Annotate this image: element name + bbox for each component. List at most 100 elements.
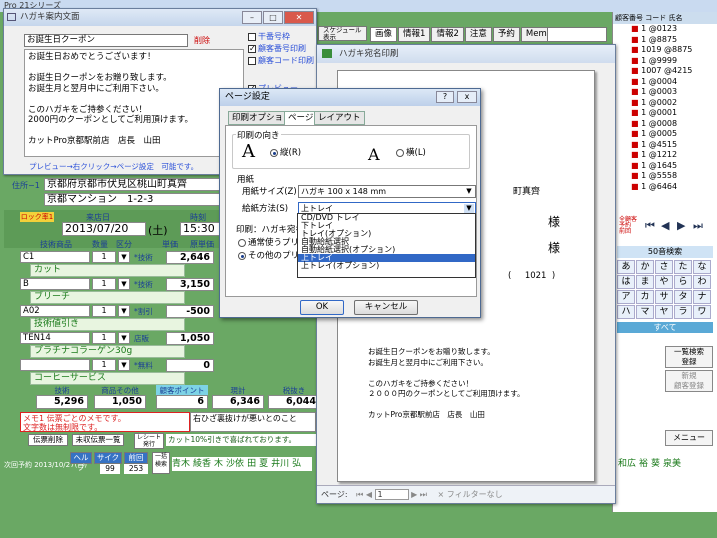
kana-button[interactable]: ワ — [693, 305, 711, 319]
landscape-radio[interactable] — [396, 148, 404, 157]
paper-source-option[interactable]: 上トレイ(オプション) — [298, 262, 475, 270]
receipt-button[interactable]: レシート 発行 — [134, 433, 164, 449]
item-qty-field[interactable]: 1 — [92, 332, 116, 344]
chevron-down-icon[interactable]: ▼ — [118, 251, 130, 263]
item-price-field[interactable]: -500 — [166, 305, 214, 318]
unpaid-slips-button[interactable]: 未収伝票一覧 — [72, 434, 124, 446]
portrait-option[interactable]: 縦(R) — [270, 146, 301, 158]
nav-first-icon[interactable]: ⏮ — [645, 219, 655, 233]
previous-button[interactable]: 前回 — [124, 452, 148, 464]
recent-customer-name[interactable]: 和広 — [618, 459, 636, 469]
recent-customer-name[interactable]: 木 — [214, 459, 223, 469]
item-code-field[interactable]: A02 — [20, 305, 90, 317]
item-code-field[interactable]: TEN14 — [20, 332, 90, 344]
next-page-icon[interactable]: ▶ — [411, 490, 417, 499]
kana-button[interactable]: ア — [617, 290, 635, 304]
item-qty-field[interactable]: 1 — [92, 278, 116, 290]
customer-code-row[interactable]: ■ 1 @0003 — [613, 87, 717, 98]
cycle-button[interactable]: サイクル — [94, 452, 122, 472]
item-qty-field[interactable]: 1 — [92, 305, 116, 317]
maximize-icon[interactable]: □ — [263, 11, 283, 24]
customer-code-row[interactable]: ■ 1 @5558 — [613, 171, 717, 182]
visit-date-field[interactable]: 2013/07/20 — [62, 222, 146, 236]
filter-label[interactable]: フィルターなし — [447, 490, 503, 499]
tab-page[interactable]: ページ — [284, 111, 318, 126]
tab-caution[interactable]: 注意 — [464, 27, 492, 42]
minimize-icon[interactable]: – — [242, 11, 262, 24]
option-checkbox[interactable] — [248, 56, 256, 65]
customer-code-row[interactable]: ■ 1 @0123 — [613, 24, 717, 35]
kana-button[interactable]: タ — [674, 290, 692, 304]
customer-code-row[interactable]: ■ 1 @1212 — [613, 150, 717, 161]
option-checkbox[interactable] — [248, 32, 256, 41]
customer-code-row[interactable]: ■ 1 @8875 — [613, 35, 717, 46]
customer-code-row[interactable]: ■ 1 @6464 — [613, 182, 717, 193]
chevron-down-icon[interactable]: ▼ — [118, 359, 130, 371]
portrait-radio[interactable] — [270, 148, 278, 157]
chevron-down-icon[interactable]: ▼ — [118, 305, 130, 317]
last-page-icon[interactable]: ⏭ — [420, 490, 427, 499]
customer-code-row[interactable]: ■ 1019 @8875 — [613, 45, 717, 56]
customer-code-row[interactable]: ■ 1 @4515 — [613, 140, 717, 151]
kana-button[interactable]: ラ — [674, 305, 692, 319]
customer-code-row[interactable]: ■ 1007 @4215 — [613, 66, 717, 77]
page-number-field[interactable]: 1 — [374, 489, 409, 500]
customer-code-row[interactable]: ■ 1 @1645 — [613, 161, 717, 172]
close-icon[interactable]: x — [457, 91, 477, 103]
kana-search-button[interactable]: 50音検索 — [617, 246, 713, 258]
kana-button[interactable]: ナ — [693, 290, 711, 304]
print-option[interactable]: 干番号枠 — [248, 31, 314, 43]
kana-button[interactable]: マ — [636, 305, 654, 319]
item-code-field[interactable] — [20, 359, 90, 371]
item-code-field[interactable]: B — [20, 278, 90, 290]
customer-code-row[interactable]: ■ 1 @0005 — [613, 129, 717, 140]
ok-button[interactable]: OK — [300, 300, 344, 315]
kana-button[interactable]: ヤ — [655, 305, 673, 319]
tab-reservation[interactable]: 予約 — [492, 27, 520, 42]
filter-icon[interactable]: ⨯ — [438, 490, 445, 499]
help-button[interactable]: ヘルプ — [70, 452, 92, 472]
customer-code-row[interactable]: ■ 1 @0001 — [613, 108, 717, 119]
item-qty-field[interactable]: 1 — [92, 359, 116, 371]
chevron-down-icon[interactable]: ▼ — [118, 332, 130, 344]
customer-code-row[interactable]: ■ 1 @0008 — [613, 119, 717, 130]
new-customer-button[interactable]: 新規 顧客登録 — [665, 370, 713, 392]
recent-customer-name[interactable]: 綾香 — [193, 459, 211, 469]
kana-button[interactable]: さ — [655, 260, 673, 274]
prev-page-icon[interactable]: ◀ — [366, 490, 372, 499]
time-field[interactable]: 15:30 — [180, 222, 220, 236]
recent-customer-name[interactable]: 沙依 — [226, 459, 244, 469]
tab-layout[interactable]: レイアウト — [314, 111, 365, 125]
kana-button[interactable]: ら — [674, 275, 692, 289]
item-price-field[interactable]: 0 — [166, 359, 214, 372]
recent-customer-name[interactable]: 井川 — [271, 459, 289, 469]
nav-prev-icon[interactable]: ◀ — [661, 219, 669, 232]
customer-code-row[interactable]: ■ 1 @0004 — [613, 77, 717, 88]
customer-note[interactable]: 右ひざ裏抜けが悪いとのこと — [190, 412, 316, 432]
landscape-option[interactable]: 横(L) — [396, 146, 426, 158]
item-code-field[interactable]: C1 — [20, 251, 90, 263]
list-register-button[interactable]: 一覧検索 登録 — [665, 346, 713, 368]
customer-code-row[interactable]: ■ 1 @9999 — [613, 56, 717, 67]
recent-customer-name[interactable]: 泉美 — [663, 459, 681, 469]
tab-info2[interactable]: 情報2 — [431, 27, 464, 42]
recent-customer-name[interactable]: 弘 — [292, 459, 301, 469]
kana-button[interactable]: や — [655, 275, 673, 289]
all-button[interactable]: すべて — [617, 322, 713, 333]
chevron-down-icon[interactable]: ▼ — [118, 278, 130, 290]
item-qty-field[interactable]: 1 — [92, 251, 116, 263]
delete-slip-button[interactable]: 伝票削除 — [28, 434, 68, 446]
schedule-button[interactable]: スケジュール 表示 — [318, 26, 367, 41]
recent-customer-name[interactable]: 田 — [247, 459, 256, 469]
customer-code-row[interactable]: ■ 1 @0002 — [613, 98, 717, 109]
item-price-field[interactable]: 2,646 — [166, 251, 214, 264]
recent-customer-name[interactable]: 夏 — [259, 459, 268, 469]
recent-customer-name[interactable]: 葵 — [651, 459, 660, 469]
print-option[interactable]: 顧客コード印刷 — [248, 55, 314, 67]
recent-customer-name[interactable]: 裕 — [639, 459, 648, 469]
paper-size-select[interactable]: ハガキ 100 x 148 mm ▼ — [298, 185, 476, 198]
batch-search-button[interactable]: 一括 検索 — [152, 452, 170, 474]
kana-button[interactable]: カ — [636, 290, 654, 304]
help-icon[interactable]: ? — [436, 91, 454, 103]
other-printer-radio[interactable] — [238, 251, 246, 260]
